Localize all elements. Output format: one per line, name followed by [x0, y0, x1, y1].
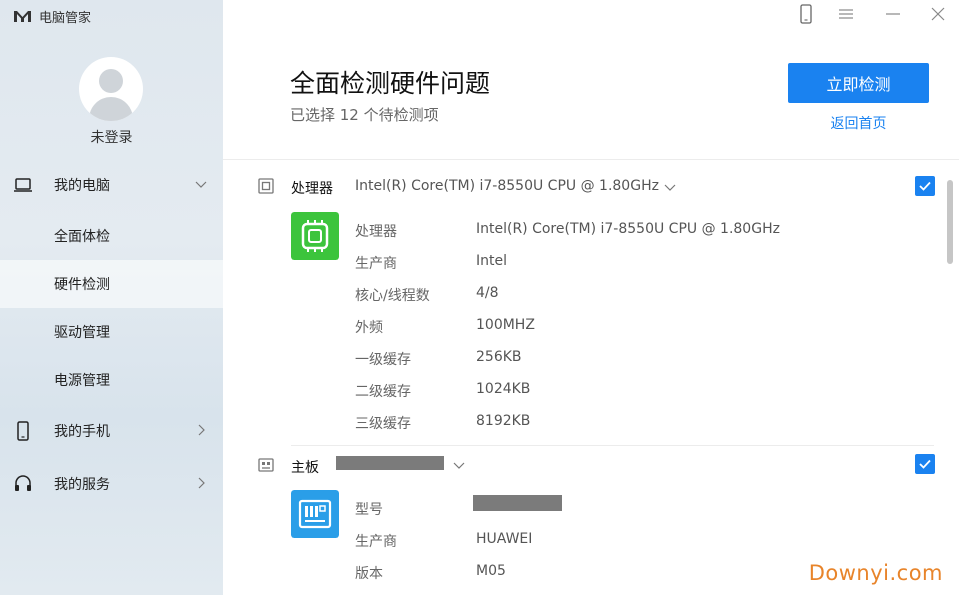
login-status[interactable]: 未登录 — [0, 127, 223, 147]
section-divider — [291, 445, 934, 446]
page-title: 全面检测硬件问题 — [290, 69, 491, 98]
menu-icon[interactable] — [836, 4, 856, 24]
section-title-cpu: 处理器 — [291, 181, 333, 197]
sidebar-item-driver-management[interactable]: 驱动管理 — [0, 308, 223, 356]
sidebar-item-label: 全面体检 — [54, 229, 110, 245]
check-icon — [919, 459, 931, 469]
board-checkbox[interactable] — [915, 454, 935, 474]
chevron-down-icon[interactable] — [453, 459, 465, 471]
sidebar-group-my-phone[interactable]: 我的手机 — [0, 416, 223, 446]
start-detection-button[interactable]: 立即检测 — [788, 63, 929, 103]
sidebar-item-hardware-check[interactable]: 硬件检测 — [0, 260, 223, 308]
headset-icon — [15, 475, 31, 491]
avatar-head — [99, 69, 123, 93]
redacted-board-model-value — [473, 495, 562, 511]
detail-value: 256KB — [476, 349, 522, 365]
sidebar-group-my-services[interactable]: 我的服务 — [0, 469, 223, 499]
detail-key: 生产商 — [355, 256, 397, 272]
redacted-board-model — [336, 456, 444, 470]
watermark: Downyi.com — [808, 561, 943, 585]
app-title-text: 电脑管家 — [39, 10, 92, 26]
minimize-icon[interactable] — [883, 4, 903, 24]
chevron-right-icon — [198, 477, 205, 489]
board-hardware-icon — [291, 490, 339, 538]
detail-value: 100MHZ — [476, 317, 535, 333]
app-logo-icon — [14, 10, 31, 22]
section-model-cpu: Intel(R) Core(TM) i7-8550U CPU @ 1.80GHz — [355, 178, 659, 194]
detail-value: M05 — [476, 563, 506, 579]
motherboard-icon — [258, 458, 274, 472]
page-subtitle: 已选择 12 个待检测项 — [290, 106, 439, 124]
phone-icon — [17, 421, 29, 441]
sidebar: 电脑管家 未登录 我的电脑 全面体检 硬件检测 驱动管理 电源管理 我的手机 我… — [0, 0, 223, 595]
sidebar-item-label: 电源管理 — [54, 373, 110, 389]
sidebar-group-my-computer[interactable]: 我的电脑 — [0, 170, 223, 200]
detail-value: 1024KB — [476, 381, 531, 397]
scrollbar-thumb[interactable] — [947, 180, 953, 264]
detail-value: Intel — [476, 253, 507, 269]
detail-key: 处理器 — [355, 224, 397, 240]
chevron-right-icon — [198, 424, 205, 436]
detail-key: 二级缓存 — [355, 384, 411, 400]
detail-key: 生产商 — [355, 534, 397, 550]
chevron-down-icon — [195, 181, 207, 188]
sidebar-group-label: 我的服务 — [54, 477, 110, 493]
header-divider — [223, 159, 959, 160]
close-icon[interactable] — [928, 4, 948, 24]
detail-value: 4/8 — [476, 285, 499, 301]
section-title-board: 主板 — [291, 460, 319, 476]
back-home-link[interactable]: 返回首页 — [788, 113, 929, 133]
avatar[interactable] — [79, 57, 143, 121]
detail-key: 型号 — [355, 502, 383, 518]
sidebar-item-label: 驱动管理 — [54, 325, 110, 341]
cpu-chip-icon — [258, 178, 274, 194]
detail-key: 核心/线程数 — [355, 288, 430, 304]
cpu-checkbox[interactable] — [915, 176, 935, 196]
detail-value: Intel(R) Core(TM) i7-8550U CPU @ 1.80GHz — [476, 221, 780, 237]
cpu-hardware-icon — [291, 212, 339, 260]
sidebar-item-full-check[interactable]: 全面体检 — [0, 212, 223, 260]
sidebar-item-power-management[interactable]: 电源管理 — [0, 356, 223, 404]
laptop-icon — [14, 178, 32, 192]
app-title: 电脑管家 — [14, 6, 91, 26]
phone-mode-icon[interactable] — [796, 4, 816, 24]
detail-key: 外频 — [355, 320, 383, 336]
chevron-down-icon[interactable] — [664, 181, 676, 193]
detail-key: 版本 — [355, 566, 383, 582]
detail-value: 8192KB — [476, 413, 531, 429]
check-icon — [919, 181, 931, 191]
sidebar-group-label: 我的电脑 — [54, 178, 110, 194]
detail-value: HUAWEI — [476, 531, 533, 547]
sidebar-group-label: 我的手机 — [54, 424, 110, 440]
detail-key: 一级缓存 — [355, 352, 411, 368]
sidebar-item-label: 硬件检测 — [54, 277, 110, 293]
avatar-body — [89, 97, 133, 121]
detail-key: 三级缓存 — [355, 416, 411, 432]
